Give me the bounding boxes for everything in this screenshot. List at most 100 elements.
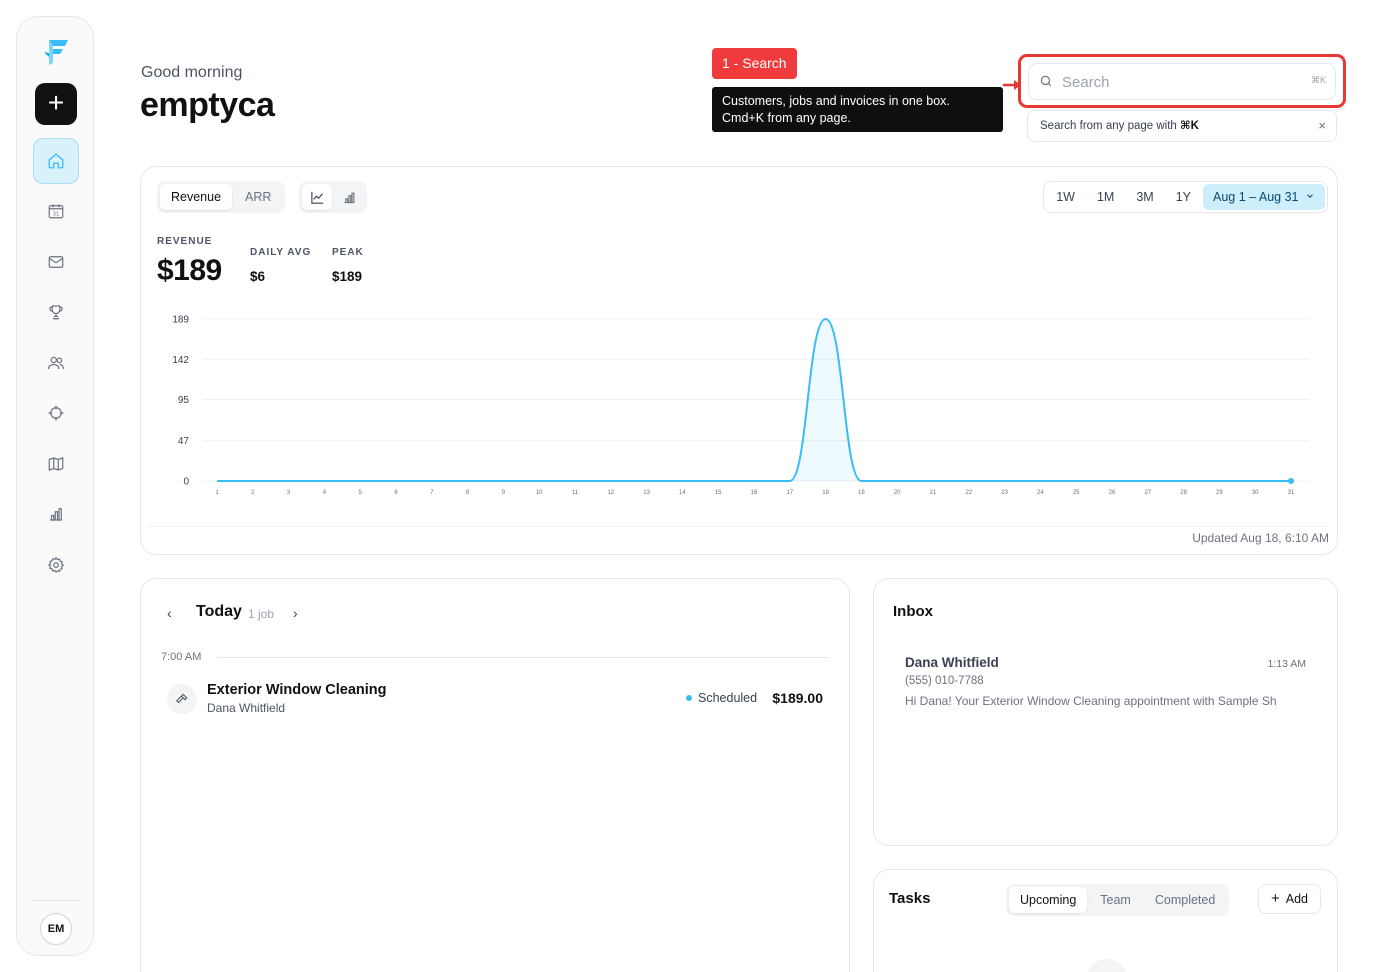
empty-state-icon (1086, 959, 1128, 972)
y-tick-label: 189 (172, 315, 189, 326)
x-tick-label: 26 (1109, 490, 1116, 496)
status-dot-icon (686, 694, 692, 701)
add-task-button[interactable]: + Add (1257, 884, 1321, 914)
x-tick-label: 30 (1252, 490, 1259, 496)
annotation-tooltip-line1: Customers, jobs and invoices in one box. (722, 94, 950, 108)
job-customer: Dana Whitfield (207, 701, 286, 715)
search-hint-text: Search from any page with (1040, 120, 1180, 132)
sidebar-item-map[interactable] (33, 441, 79, 487)
x-tick-label: 2 (251, 490, 255, 496)
x-tick-label: 14 (679, 490, 686, 496)
calendar-icon: 31 (48, 204, 64, 219)
x-tick-label: 12 (607, 490, 614, 496)
app-logo[interactable] (40, 35, 72, 67)
x-tick-label: 22 (965, 490, 972, 496)
home-icon (48, 153, 64, 169)
search-hint-key: ⌘K (1180, 120, 1199, 132)
x-tick-label: 5 (359, 490, 363, 496)
message-preview: Hi Dana! Your Exterior Window Cleaning a… (905, 694, 1277, 708)
tab-upcoming[interactable]: Upcoming (1009, 887, 1088, 913)
tasks-filter: Upcoming Team Completed (1006, 884, 1230, 916)
schedule-card: ‹ Today 1 job › 7:00 AM Exterior Window … (140, 578, 850, 972)
search-box[interactable]: ⌘K (1028, 63, 1336, 100)
x-tick-label: 28 (1180, 490, 1187, 496)
users-icon (47, 356, 65, 370)
new-button[interactable]: + (35, 83, 77, 125)
x-tick-label: 4 (323, 490, 327, 496)
sidebar-item-trophy[interactable] (33, 289, 79, 335)
job-status-badge: Scheduled (686, 691, 757, 705)
sidebar-item-target[interactable] (33, 390, 79, 436)
close-icon[interactable]: × (1318, 111, 1326, 141)
updated-timestamp: Updated Aug 18, 6:10 AM (1192, 531, 1329, 545)
data-point (1288, 478, 1294, 484)
search-icon (1040, 75, 1052, 87)
y-tick-label: 47 (178, 436, 190, 447)
x-tick-label: 7 (430, 490, 434, 496)
x-tick-label: 13 (643, 490, 650, 496)
sidebar-item-reports[interactable] (33, 491, 79, 537)
x-tick-label: 18 (822, 490, 829, 496)
x-tick-label: 24 (1037, 490, 1044, 496)
sidebar-item-settings[interactable] (33, 542, 79, 588)
sidebar: + 31 EM (16, 16, 94, 956)
mail-icon (48, 256, 64, 268)
x-tick-label: 17 (786, 490, 793, 496)
x-tick-label: 8 (466, 490, 470, 496)
sidebar-item-calendar[interactable]: 31 (33, 188, 79, 234)
user-avatar[interactable]: EM (40, 913, 72, 945)
x-tick-label: 15 (715, 490, 722, 496)
revenue-chart: 047951421891 2 3 4 5 6 7 8 9 10 11 12 13 14 15 16 17 18 19… (172, 315, 1309, 496)
message-sender: Dana Whitfield (905, 655, 999, 670)
inbox-title: Inbox (893, 603, 933, 620)
x-tick-label: 23 (1001, 490, 1008, 496)
job-title[interactable]: Exterior Window Cleaning (207, 682, 387, 698)
x-tick-label: 29 (1216, 490, 1223, 496)
x-tick-label: 31 (1288, 490, 1295, 496)
job-item-icon (167, 684, 197, 714)
inbox-card: Inbox Dana Whitfield 1:13 AM (555) 010-7… (873, 578, 1338, 846)
greeting: Good morning (141, 64, 243, 81)
bar-chart-icon (50, 508, 62, 521)
sidebar-item-customers[interactable] (33, 340, 79, 386)
job-status-label: Scheduled (698, 691, 758, 705)
plus-icon: + (1270, 890, 1280, 907)
x-tick-label: 10 (536, 490, 543, 496)
next-day-button[interactable]: › (293, 605, 298, 621)
hammer-icon (176, 693, 188, 704)
x-tick-label: 1 (215, 490, 219, 496)
svg-text:31: 31 (53, 212, 60, 218)
search-shortcut: ⌘K (1310, 75, 1326, 85)
schedule-title: Today (196, 603, 242, 620)
prev-day-button[interactable]: ‹ (167, 605, 172, 621)
job-count: 1 job (248, 607, 275, 621)
x-tick-label: 16 (751, 490, 758, 496)
sidebar-divider (31, 900, 79, 901)
tasks-card: Tasks Upcoming Team Completed + Add (873, 869, 1338, 972)
search-input[interactable] (1062, 70, 1292, 94)
message-time: 1:13 AM (1267, 658, 1306, 670)
x-tick-label: 19 (858, 490, 865, 496)
map-icon (48, 457, 64, 471)
sidebar-item-home[interactable] (33, 138, 79, 184)
x-tick-label: 9 (502, 490, 506, 496)
x-tick-label: 21 (930, 490, 937, 496)
y-tick-label: 0 (183, 477, 189, 488)
trophy-icon (49, 305, 63, 320)
x-tick-label: 3 (287, 490, 291, 496)
tab-team[interactable]: Team (1089, 887, 1142, 913)
time-slot-line (217, 657, 829, 658)
job-price: $189.00 (772, 690, 823, 706)
annotation-badge: 1 - Search (712, 48, 797, 79)
sidebar-item-mail[interactable] (33, 239, 79, 285)
x-tick-label: 25 (1073, 490, 1080, 496)
search-hint: Search from any page with ⌘K × (1027, 110, 1337, 142)
tasks-title: Tasks (889, 890, 931, 907)
tab-completed[interactable]: Completed (1144, 887, 1226, 913)
x-tick-label: 20 (894, 490, 901, 496)
message-phone: (555) 010-7788 (905, 675, 984, 687)
gear-icon (47, 556, 65, 573)
annotation-tooltip-line2: Cmd+K from any page. (722, 110, 851, 125)
x-tick-label: 11 (572, 490, 579, 496)
annotation-tooltip: Customers, jobs and invoices in one box.… (712, 87, 1003, 132)
